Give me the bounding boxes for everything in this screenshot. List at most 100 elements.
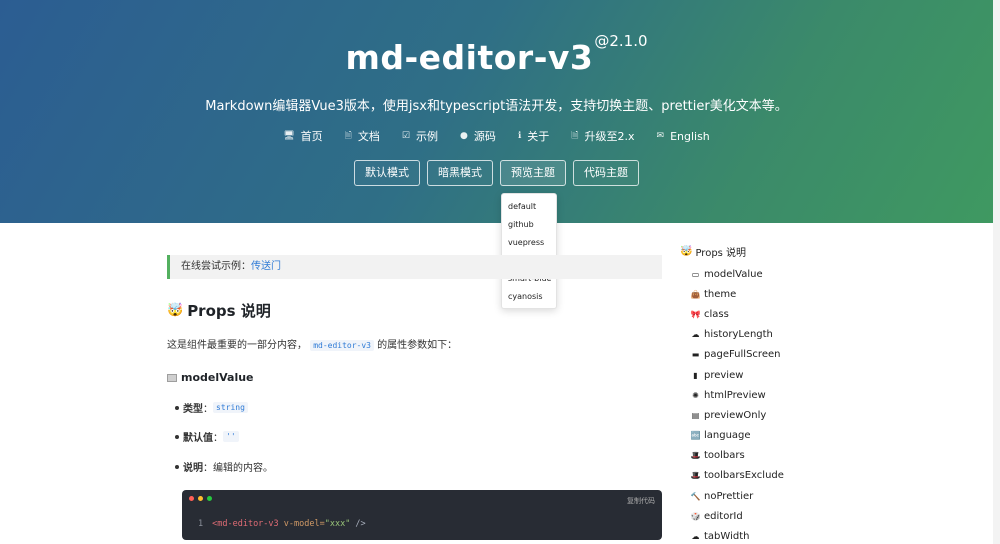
line-number: 1 [198, 519, 204, 529]
toc-item-htmlpreview[interactable]: ✺ htmlPreview [680, 385, 840, 405]
dropdown-item-github[interactable]: github [502, 216, 556, 234]
bow-icon: 🎀 [690, 309, 701, 319]
intro-paragraph: 这是组件最重要的一部分内容， md-editor-v3 的属性参数如下： [167, 336, 457, 351]
hat-icon: 🎩 [690, 471, 701, 481]
nav-item-home[interactable]: 🖥 首页 [283, 128, 322, 144]
monitor-icon: ▬ [691, 350, 700, 360]
intro-text-before: 这是组件最重要的一部分内容， [167, 340, 307, 351]
code-string: "xxx" [324, 519, 351, 529]
toc-item-previewonly[interactable]: ▤ previewOnly [680, 405, 840, 425]
toc-item-label: toolbars [704, 450, 745, 462]
header-banner: md-editor-v3@2.1.0 Markdown编辑器Vue3版本，使用j… [0, 0, 993, 223]
doc-icon [167, 373, 177, 382]
nav-item-english[interactable]: ✉ English [657, 128, 710, 144]
hat-icon: 🎩 [690, 451, 701, 461]
window-dots [189, 496, 212, 501]
toc-title-text: Props 说明 [695, 247, 747, 259]
demo-icon: ☑ [401, 131, 410, 141]
toc-item-toolbars[interactable]: 🎩 toolbars [680, 446, 840, 466]
list-item-sep: ： [203, 463, 213, 474]
tip-box: 在线尝试示例：传送门 [167, 255, 662, 279]
toc-item-label: class [704, 308, 729, 320]
nav-item-source[interactable]: ● 源码 [460, 128, 496, 144]
inline-code: md-editor-v3 [310, 340, 374, 351]
nav-item-label: 首页 [300, 130, 323, 143]
list-item: 说明： 编辑的内容。 [175, 459, 273, 474]
yellow-dot-icon [198, 496, 203, 501]
copy-code-button[interactable]: 复制代码 [627, 496, 655, 506]
nav-item-docs[interactable]: 🗎 文档 [345, 128, 380, 144]
bullet [175, 464, 179, 469]
red-dot-icon [189, 496, 194, 501]
code-tag-close: /> [350, 519, 366, 529]
title-wrap: md-editor-v3@2.1.0 [0, 32, 993, 77]
toc-item-pagefullscreen[interactable]: ▬ pageFullScreen [680, 345, 840, 365]
toc-item-editorid[interactable]: 🎲 editorId [680, 506, 840, 526]
toc-item-language[interactable]: 🔤 language [680, 426, 840, 446]
face-emoji-icon: 🤯 [167, 303, 184, 318]
toc-item-label: htmlPreview [704, 389, 766, 401]
dropdown-item-default[interactable]: default [502, 198, 556, 216]
doc-icon: ▭ [691, 269, 700, 279]
face-emoji-icon: 🤯 [680, 245, 693, 257]
nav-item-label: 关于 [527, 130, 550, 143]
nav-item-label: 文档 [357, 130, 380, 143]
site-description: Markdown编辑器Vue3版本，使用jsx和typescript语法开发，支… [205, 99, 788, 114]
list-item-text: 编辑的内容。 [213, 463, 273, 474]
toc-item-noprettier[interactable]: 🔨 noPrettier [680, 486, 840, 506]
dark-mode-button[interactable]: 暗黑模式 [427, 160, 493, 186]
toc-item-modelvalue[interactable]: ▭ modelValue [680, 264, 840, 284]
intro-text-after: 的属性参数如下： [377, 340, 458, 351]
modelvalue-heading: modelValue [167, 371, 254, 384]
toc-item-label: tabWidth [704, 531, 750, 543]
upgrade-icon: 🗎 [571, 131, 579, 141]
message-icon: ✉ [656, 131, 665, 141]
bullet [175, 434, 179, 439]
toc-item-preview[interactable]: ▮ preview [680, 365, 840, 385]
version-label: @2.1.0 [594, 31, 648, 50]
list-item-sep: ： [203, 404, 213, 415]
default-mode-button[interactable]: 默认模式 [354, 160, 420, 186]
cloud-icon: ☁ [691, 532, 700, 542]
hammer-icon: 🔨 [690, 491, 701, 501]
page-scrollbar[interactable] [993, 0, 1000, 544]
tip-text: 在线尝试示例： [181, 261, 251, 272]
nav-item-about[interactable]: ℹ 关于 [518, 128, 549, 144]
modelvalue-heading-text: modelValue [181, 371, 254, 384]
list-item: 默认值： '' [175, 429, 239, 444]
abc-icon: 🔤 [690, 431, 701, 441]
toc-item-theme[interactable]: 👜 theme [680, 284, 840, 304]
nav-item-label: 源码 [473, 130, 496, 143]
candy-icon: ✺ [692, 390, 699, 400]
dropdown-item-cyanosis[interactable]: cyanosis [502, 288, 556, 306]
tip-link[interactable]: 传送门 [251, 261, 281, 272]
list-item-label: 类型 [183, 404, 203, 415]
toc-item-label: theme [704, 288, 737, 300]
github-icon: ● [459, 131, 468, 141]
doc-icon: 🗎 [344, 131, 352, 141]
nav-item-label: 示例 [415, 130, 438, 143]
toc-item-class[interactable]: 🎀 class [680, 304, 840, 324]
toc-item-label: editorId [704, 510, 743, 522]
toc-sidebar: 🤯 Props 说明 ▭ modelValue 👜 theme 🎀 class ☁ hi… [680, 244, 840, 544]
code-tag-open: <md-editor-v3 [212, 519, 279, 529]
preview-theme-button[interactable]: 预览主题 [500, 160, 566, 186]
dropdown-item-vuepress[interactable]: vuepress [502, 234, 556, 252]
list-item-sep: ： [213, 433, 223, 444]
code-line: 1 <md-editor-v3 v-model="xxx" /> [198, 519, 366, 529]
computer-icon: ▤ [691, 410, 700, 420]
phone-icon: ▮ [693, 370, 698, 380]
nav-item-demo[interactable]: ☑ 示例 [402, 128, 438, 144]
theme-buttons: 默认模式 暗黑模式 预览主题 代码主题 [0, 160, 993, 186]
nav-item-label: 升级至2.x [584, 130, 635, 143]
code-attr: v-model= [278, 519, 325, 529]
toc-item-tabwidth[interactable]: ☁ tabWidth [680, 526, 840, 544]
toc-item-toolbarsexclude[interactable]: 🎩 toolbarsExclude [680, 466, 840, 486]
code-theme-button[interactable]: 代码主题 [573, 160, 639, 186]
toc-title[interactable]: 🤯 Props 说明 [680, 244, 840, 259]
top-nav: 🖥 首页 🗎 文档 ☑ 示例 ● 源码 ℹ 关于 🗎 升级至2.x ✉ English [0, 128, 993, 144]
toc-item-historylength[interactable]: ☁ historyLength [680, 325, 840, 345]
nav-item-upgrade[interactable]: 🗎 升级至2.x [571, 128, 634, 144]
props-heading-text: Props 说明 [187, 302, 271, 320]
monitor-icon: 🖥 [283, 131, 295, 141]
